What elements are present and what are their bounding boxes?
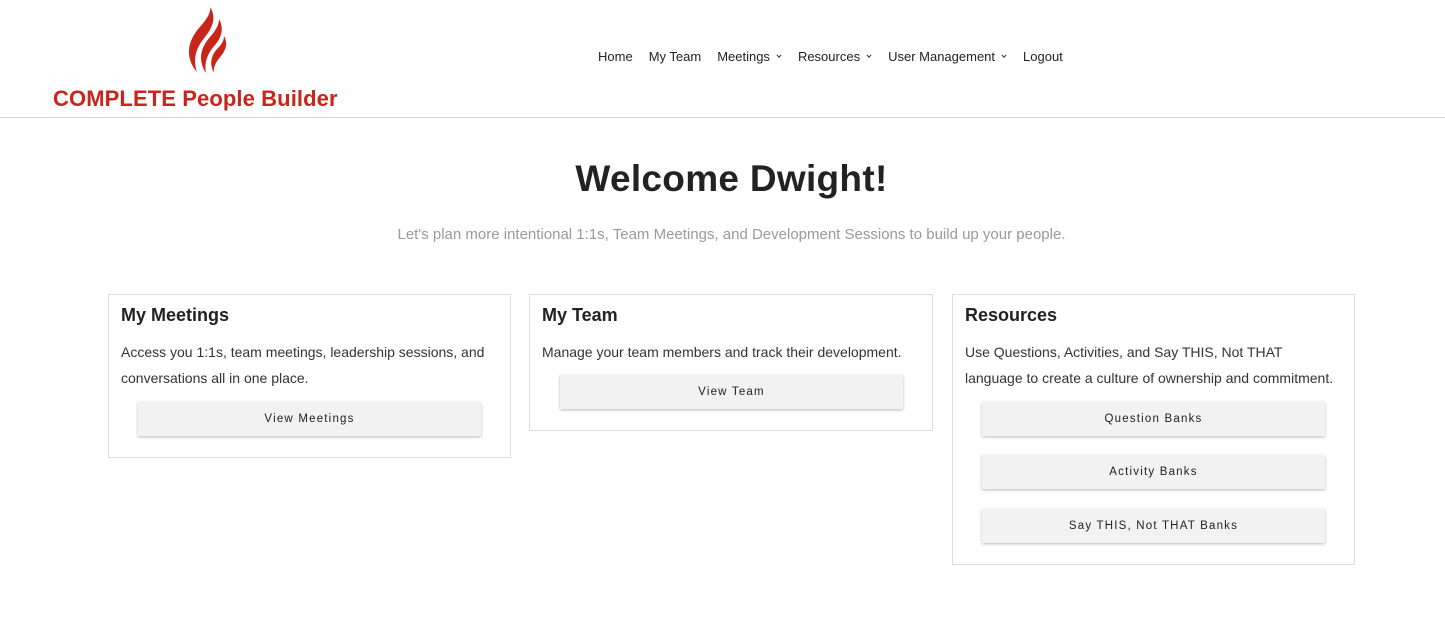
chevron-down-icon <box>1001 54 1007 58</box>
nav-item-meetings[interactable]: Meetings <box>709 49 790 64</box>
site-header: COMPLETE People Builder Home My Team Mee… <box>0 0 1445 118</box>
question-banks-button[interactable]: Question Banks <box>982 402 1325 436</box>
nav-item-label: User Management <box>888 48 996 64</box>
card-title: My Team <box>542 305 618 325</box>
card-description: Use Questions, Activities, and Say THIS,… <box>965 344 1334 386</box>
activity-banks-button[interactable]: Activity Banks <box>982 455 1325 489</box>
nav-item-home[interactable]: Home <box>590 49 641 64</box>
card-title: My Meetings <box>121 305 230 325</box>
chevron-down-icon <box>776 54 782 58</box>
card-description: Manage your team members and track their… <box>542 344 902 360</box>
nav-item-label: My Team <box>648 48 702 64</box>
my-meetings-card: My Meetings Access you 1:1s, team meetin… <box>108 294 511 458</box>
card-description: Access you 1:1s, team meetings, leadersh… <box>121 344 485 386</box>
brand-name[interactable]: COMPLETE People Builder <box>53 86 338 112</box>
nav-item-label: Logout <box>1023 48 1063 64</box>
page-title: Welcome Dwight! <box>575 158 888 199</box>
main-nav: Home My Team Meetings Resources User Man… <box>590 46 1071 66</box>
nav-item-label: Meetings <box>717 48 770 64</box>
nav-item-label: Resources <box>797 48 861 64</box>
resources-card: Resources Use Questions, Activities, and… <box>952 294 1355 565</box>
page-subtitle: Let's plan more intentional 1:1s, Team M… <box>397 226 1066 243</box>
say-this-not-that-banks-button[interactable]: Say THIS, Not THAT Banks <box>982 509 1325 543</box>
view-team-button[interactable]: View Team <box>560 375 903 409</box>
flame-logo-icon[interactable] <box>183 6 227 76</box>
nav-item-resources[interactable]: Resources <box>790 49 880 64</box>
my-team-card: My Team Manage your team members and tra… <box>529 294 933 431</box>
nav-item-user-management[interactable]: User Management <box>880 49 1015 64</box>
chevron-down-icon <box>866 54 872 58</box>
nav-item-logout[interactable]: Logout <box>1015 49 1071 64</box>
card-title: Resources <box>965 305 1058 325</box>
view-meetings-button[interactable]: View Meetings <box>138 402 481 436</box>
nav-item-label: Home <box>598 48 633 64</box>
nav-item-my-team[interactable]: My Team <box>641 49 710 64</box>
